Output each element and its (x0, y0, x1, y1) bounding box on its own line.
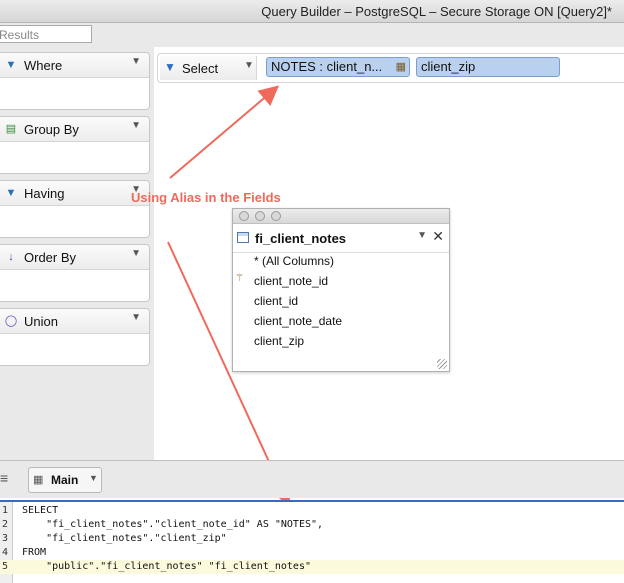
tab-main[interactable]: ▦ Main ▼ (28, 467, 102, 493)
code-text: "fi_client_notes"."client_note_id" AS "N… (22, 519, 324, 530)
code-text: SELECT (22, 505, 59, 516)
code-text: "fi_client_notes"."client_zip" (22, 533, 227, 544)
line-number: 3 (2, 533, 9, 544)
code-line: 3 "fi_client_notes"."client_zip" (0, 532, 624, 546)
line-number: 5 (2, 561, 9, 572)
line-number: 4 (2, 547, 9, 558)
chevron-down-icon[interactable]: ▼ (89, 473, 98, 483)
code-line-current: 5 "public"."fi_client_notes" "fi_client_… (0, 560, 624, 574)
code-line: 2 "fi_client_notes"."client_note_id" AS … (0, 518, 624, 532)
line-number: 1 (2, 505, 9, 516)
code-text: "public"."fi_client_notes" "fi_client_no… (22, 561, 311, 572)
code-line: 1 SELECT (0, 504, 624, 518)
hamburger-menu-icon[interactable]: ≡ (0, 471, 14, 485)
sql-editor[interactable]: 1 SELECT 2 "fi_client_notes"."client_not… (0, 500, 624, 583)
code-line: 4 FROM (0, 546, 624, 560)
line-number: 2 (2, 519, 9, 530)
grid-icon: ▦ (33, 474, 44, 486)
code-text: FROM (22, 547, 47, 558)
bottom-tab-bar: ≡ ▦ Main ▼ (0, 460, 624, 498)
tab-main-label: Main (51, 473, 79, 487)
arrow-to-select-field (169, 85, 280, 179)
